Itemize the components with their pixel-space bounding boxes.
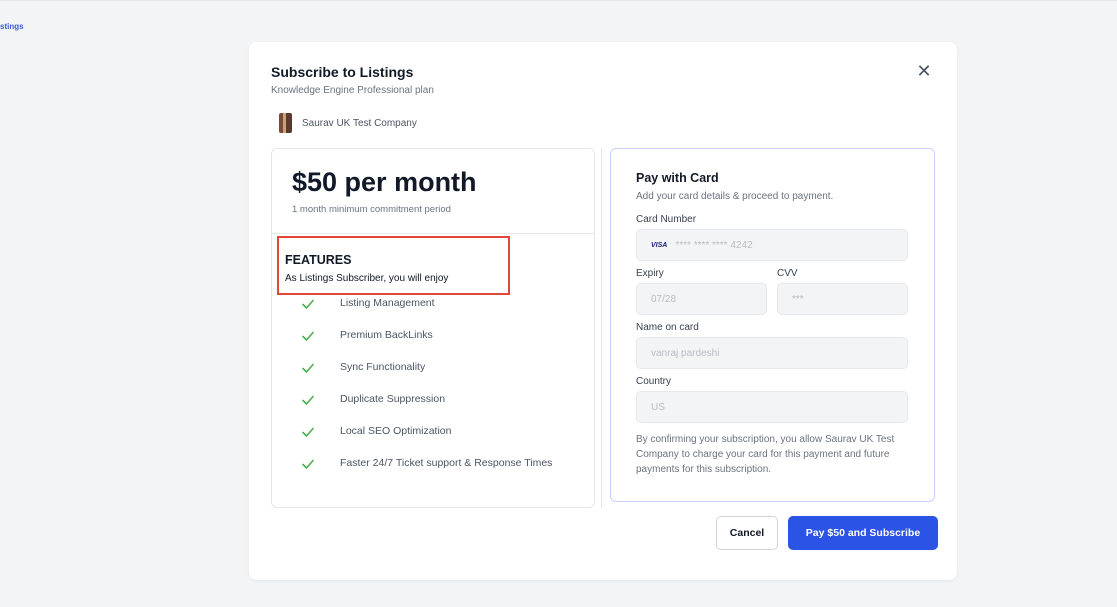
- payment-subtitle: Add your card details & proceed to payme…: [636, 191, 834, 202]
- feature-label: Local SEO Optimization: [340, 425, 452, 437]
- features-title: FEATURES: [285, 253, 352, 267]
- feature-item: Listing Management: [300, 295, 580, 327]
- card-number-label: Card Number: [636, 214, 697, 225]
- feature-label: Premium BackLinks: [340, 329, 433, 341]
- consent-text: By confirming your subscription, you all…: [636, 434, 895, 475]
- close-icon[interactable]: ✕: [915, 62, 933, 80]
- plan-divider: [272, 233, 594, 234]
- company-row: Saurav UK Test Company: [279, 113, 417, 133]
- check-icon: [302, 299, 314, 309]
- feature-label: Faster 24/7 Ticket support & Response Ti…: [340, 457, 553, 469]
- name-on-card-field[interactable]: vanraj pardeshi: [636, 337, 908, 369]
- expiry-field[interactable]: 07/28: [636, 283, 767, 315]
- features-highlight: FEATURES As Listings Subscriber, you wil…: [277, 236, 510, 295]
- expiry-label: Expiry: [636, 268, 664, 279]
- check-icon: [302, 363, 314, 373]
- payment-title: Pay with Card: [636, 171, 719, 185]
- feature-label: Listing Management: [340, 297, 435, 309]
- country-value: US: [651, 401, 665, 413]
- background-listings-link[interactable]: stings: [0, 22, 24, 31]
- cancel-button[interactable]: Cancel: [716, 516, 778, 550]
- expiry-value: 07/28: [651, 293, 677, 305]
- top-divider: [0, 0, 1117, 1]
- card-number-field[interactable]: VISA **** **** **** 4242: [636, 229, 908, 261]
- column-divider: [601, 148, 602, 508]
- check-icon: [302, 427, 314, 437]
- visa-icon: VISA: [651, 241, 668, 249]
- check-icon: [302, 459, 314, 469]
- feature-list: Listing Management Premium BackLinks Syn…: [300, 295, 580, 487]
- plan-card: $50 per month 1 month minimum commitment…: [271, 148, 595, 508]
- feature-item: Duplicate Suppression: [300, 391, 580, 423]
- feature-label: Sync Functionality: [340, 361, 426, 373]
- check-icon: [302, 395, 314, 405]
- feature-label: Duplicate Suppression: [340, 393, 446, 405]
- pay-and-subscribe-button[interactable]: Pay $50 and Subscribe: [788, 516, 938, 550]
- check-icon: [302, 331, 314, 341]
- modal-subtitle: Knowledge Engine Professional plan: [271, 85, 434, 96]
- features-subtitle: As Listings Subscriber, you will enjoy: [285, 273, 449, 284]
- modal-title: Subscribe to Listings: [271, 64, 414, 80]
- feature-item: Sync Functionality: [300, 359, 580, 391]
- payment-panel: Pay with Card Add your card details & pr…: [610, 148, 935, 502]
- cvv-value: ***: [792, 293, 804, 305]
- feature-item: Faster 24/7 Ticket support & Response Ti…: [300, 455, 580, 487]
- cvv-label: CVV: [777, 268, 798, 279]
- company-name: Saurav UK Test Company: [302, 117, 417, 129]
- cvv-field[interactable]: ***: [777, 283, 908, 315]
- feature-item: Premium BackLinks: [300, 327, 580, 359]
- company-logo: [279, 113, 292, 133]
- name-on-card-label: Name on card: [636, 322, 699, 333]
- subscribe-modal: Subscribe to Listings Knowledge Engine P…: [249, 42, 957, 580]
- country-field[interactable]: US: [636, 391, 908, 423]
- name-on-card-value: vanraj pardeshi: [651, 347, 720, 359]
- feature-item: Local SEO Optimization: [300, 423, 580, 455]
- plan-price: $50 per month: [292, 167, 477, 197]
- country-label: Country: [636, 376, 672, 387]
- card-number-value: **** **** **** 4242: [675, 239, 753, 251]
- plan-commitment: 1 month minimum commitment period: [292, 204, 451, 215]
